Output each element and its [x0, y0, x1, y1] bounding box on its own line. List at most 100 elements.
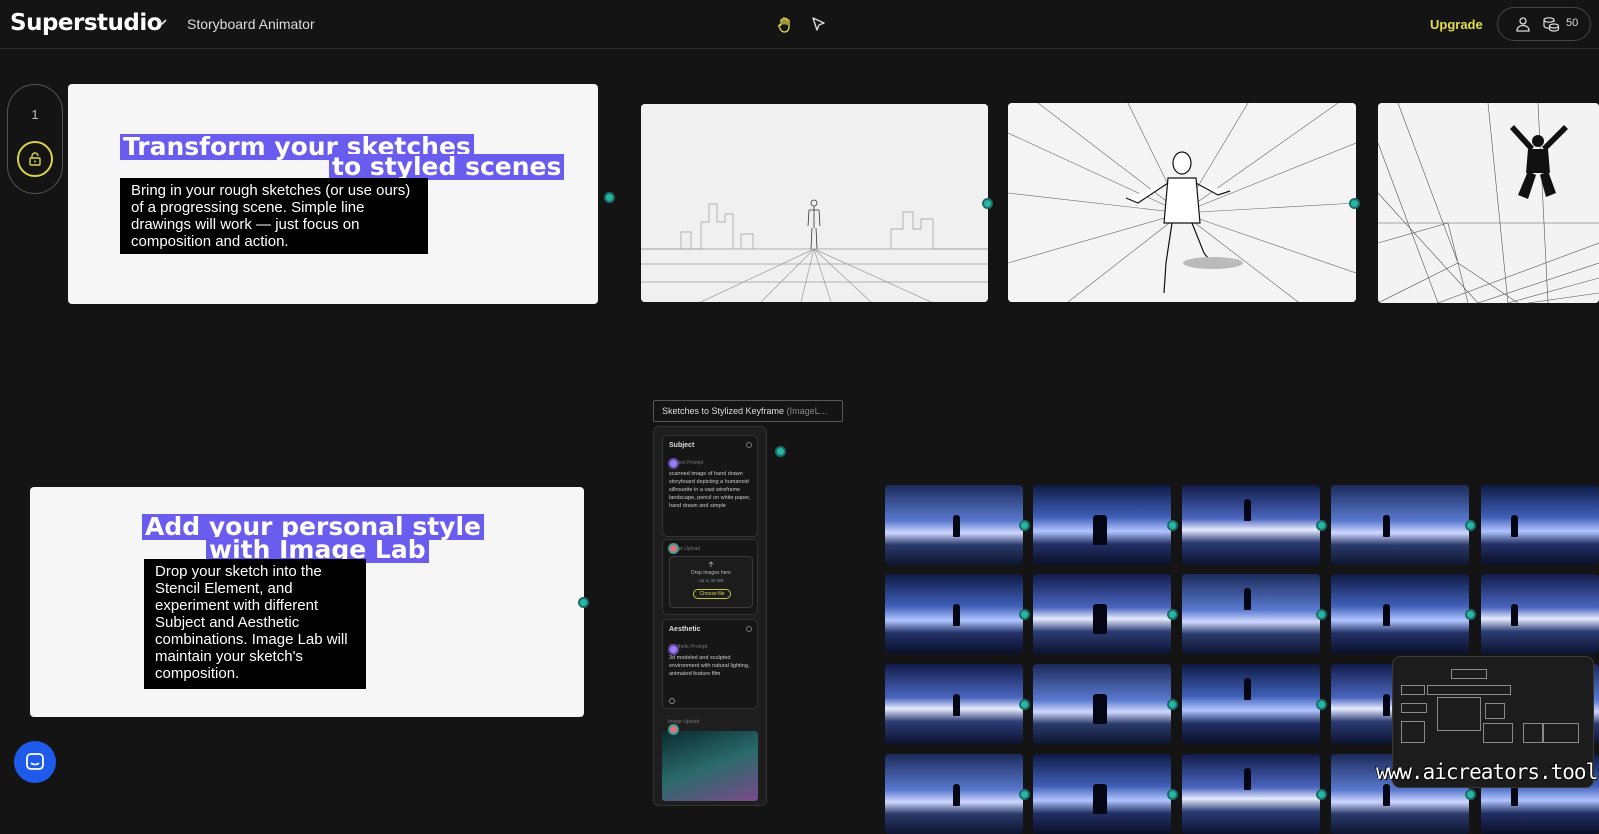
output-port[interactable] — [982, 198, 993, 209]
result-image-tile[interactable] — [1182, 574, 1320, 654]
sketch-frame-2[interactable] — [1008, 103, 1356, 302]
aesthetic-label: Aesthetic — [669, 626, 701, 633]
result-output-port[interactable] — [1167, 789, 1178, 800]
result-image-tile[interactable] — [1182, 664, 1320, 744]
result-output-port[interactable] — [1465, 789, 1476, 800]
top-bar: Superstudio Storyboard Animator Upgrade … — [0, 0, 1599, 49]
figure-silhouette — [1093, 784, 1107, 814]
figure-silhouette — [1511, 515, 1518, 537]
credits-icon — [1543, 17, 1560, 32]
card-body-text: Drop your sketch into the Stencil Elemen… — [144, 559, 366, 689]
node-title[interactable]: Sketches to Stylized Keyframe (ImageL... — [653, 400, 843, 422]
result-image-tile[interactable] — [1182, 485, 1320, 565]
result-output-port[interactable] — [1316, 609, 1327, 620]
app-logo[interactable]: Superstudio — [10, 10, 163, 36]
sketch-image-jumper — [1378, 103, 1599, 303]
result-output-port[interactable] — [1167, 699, 1178, 710]
aesthetic-section: Aesthetic Aesthetic Prompt 3d modeled an… — [662, 619, 758, 709]
result-image-tile[interactable] — [1182, 754, 1320, 834]
node-title-text: Sketches to Stylized Keyframe — [662, 406, 785, 416]
result-output-port[interactable] — [1167, 609, 1178, 620]
figure-silhouette — [1383, 515, 1390, 537]
result-output-port[interactable] — [1019, 609, 1030, 620]
sketch-frame-3[interactable] — [1378, 103, 1599, 303]
uploaded-image-thumbnail[interactable] — [662, 731, 758, 801]
minimap-block — [1427, 685, 1511, 695]
user-icon[interactable] — [1515, 16, 1531, 32]
emoji-icon[interactable] — [669, 698, 675, 704]
figure-silhouette — [1244, 678, 1251, 700]
result-image-tile[interactable] — [1033, 664, 1171, 744]
aesthetic-input-port[interactable] — [668, 644, 679, 655]
minimap-block — [1451, 669, 1487, 679]
select-tool-icon[interactable] — [810, 16, 827, 33]
minimap-block — [1485, 703, 1505, 719]
node-title-suffix: (ImageL... — [786, 406, 828, 416]
choose-file-button[interactable]: Choose file — [693, 589, 731, 599]
figure-silhouette — [953, 784, 960, 806]
result-output-port[interactable] — [1167, 520, 1178, 531]
result-output-port[interactable] — [1019, 789, 1030, 800]
minimap-block — [1543, 723, 1579, 743]
result-image-tile[interactable] — [1033, 574, 1171, 654]
figure-silhouette — [1093, 515, 1107, 545]
aesthetic-prompt-input[interactable]: 3d modeled and sculpted environment with… — [669, 654, 753, 678]
result-image-tile[interactable] — [1331, 574, 1469, 654]
result-image-tile[interactable] — [885, 754, 1023, 834]
unlock-icon — [29, 152, 41, 166]
lock-button[interactable] — [17, 141, 53, 177]
account-pill[interactable]: 50 — [1497, 7, 1591, 41]
image-input-port[interactable] — [668, 543, 679, 554]
output-port[interactable] — [1349, 198, 1360, 209]
output-port[interactable] — [578, 597, 589, 608]
figure-silhouette — [953, 515, 960, 537]
minimap-block — [1483, 723, 1513, 743]
upgrade-button[interactable]: Upgrade — [1430, 17, 1483, 32]
result-output-port[interactable] — [1316, 699, 1327, 710]
settings-icon[interactable] — [746, 442, 752, 448]
instruction-card-1[interactable]: Transform your sketches to styled scenes… — [68, 84, 598, 304]
drop-images-text: Drop images here — [691, 570, 731, 576]
result-output-port[interactable] — [1465, 520, 1476, 531]
result-image-tile[interactable] — [1033, 485, 1171, 565]
result-output-port[interactable] — [1316, 520, 1327, 531]
result-output-port[interactable] — [1019, 699, 1030, 710]
minimap-block — [1401, 685, 1425, 695]
minimap-block — [1523, 723, 1543, 743]
project-name[interactable]: Storyboard Animator — [187, 16, 315, 32]
result-image-tile[interactable] — [885, 664, 1023, 744]
minimap-block — [1437, 697, 1481, 731]
image-lab-node[interactable]: Subject Subject Prompt scanned image of … — [653, 426, 767, 806]
node-output-port[interactable] — [775, 446, 786, 457]
instruction-card-2[interactable]: Add your personal style with Image Lab D… — [30, 487, 584, 717]
page-selector: 1 — [7, 84, 63, 194]
chat-support-button[interactable] — [14, 741, 56, 783]
result-image-tile[interactable] — [1033, 754, 1171, 834]
sketch-frame-1[interactable] — [641, 104, 988, 302]
result-image-tile[interactable] — [1481, 485, 1599, 565]
chevron-down-icon[interactable] — [156, 16, 168, 28]
result-image-tile[interactable] — [885, 485, 1023, 565]
image-input-port[interactable] — [668, 724, 679, 735]
card-title-line-2: to styled scenes — [329, 154, 565, 180]
credits-count: 50 — [1566, 17, 1579, 29]
result-image-tile[interactable] — [885, 574, 1023, 654]
result-image-tile[interactable] — [1331, 485, 1469, 565]
settings-icon[interactable] — [746, 626, 752, 632]
output-port[interactable] — [604, 192, 615, 203]
result-output-port[interactable] — [1316, 789, 1327, 800]
result-image-tile[interactable] — [1481, 574, 1599, 654]
subject-prompt-input[interactable]: scanned image of hand drawn storyboard d… — [669, 470, 753, 510]
figure-silhouette — [1383, 784, 1390, 806]
figure-silhouette — [1511, 604, 1518, 626]
figure-silhouette — [1244, 499, 1251, 521]
result-output-port[interactable] — [1019, 520, 1030, 531]
hand-tool-icon[interactable] — [776, 16, 794, 34]
result-output-port[interactable] — [1465, 609, 1476, 620]
subject-label: Subject — [669, 442, 695, 449]
image-dropzone[interactable]: Drop images here Up to 30 MB Choose file — [669, 556, 753, 608]
card-body-text: Bring in your rough sketches (or use our… — [120, 178, 428, 254]
sketch-image-runner — [1008, 103, 1356, 302]
page-number[interactable]: 1 — [8, 107, 62, 122]
subject-input-port[interactable] — [668, 458, 679, 469]
